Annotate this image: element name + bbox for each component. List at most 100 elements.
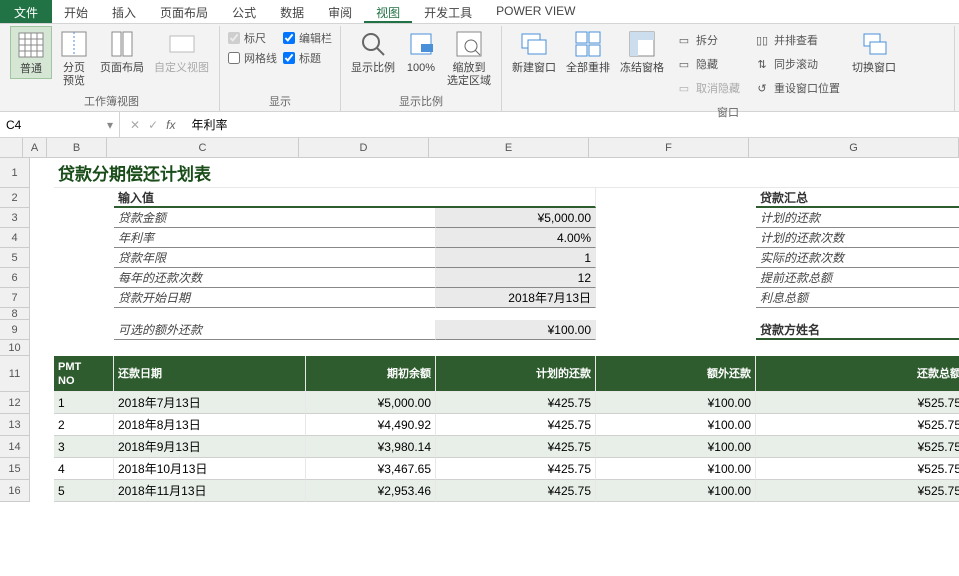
extra-payment[interactable]: ¥100.00 bbox=[596, 458, 756, 480]
begin-balance[interactable]: ¥2,953.46 bbox=[306, 480, 436, 502]
zoom-button[interactable]: 显示比例 bbox=[347, 26, 399, 77]
row-header-4[interactable]: 4 bbox=[0, 228, 30, 248]
column-header-C[interactable]: C bbox=[107, 138, 299, 158]
summary-interestTotal[interactable]: 利息总额 bbox=[756, 288, 959, 308]
row-header-7[interactable]: 7 bbox=[0, 288, 30, 308]
column-header-B[interactable]: B bbox=[47, 138, 107, 158]
sched-payment[interactable]: ¥425.75 bbox=[436, 436, 596, 458]
column-header-A[interactable]: A bbox=[23, 138, 47, 158]
total-payment[interactable]: ¥525.75 bbox=[756, 458, 959, 480]
loan-summary-header[interactable]: 贷款汇总 bbox=[756, 188, 959, 208]
insert-function-icon[interactable]: fx bbox=[166, 118, 175, 132]
summary-schedRepay[interactable]: 计划的还款 bbox=[756, 208, 959, 228]
label-loanYears[interactable]: 贷款年限 bbox=[114, 248, 436, 268]
name-box[interactable]: ▾ bbox=[0, 112, 120, 137]
sched-payment[interactable]: ¥425.75 bbox=[436, 392, 596, 414]
total-payment[interactable]: ¥525.75 bbox=[756, 480, 959, 502]
column-header-D[interactable]: D bbox=[299, 138, 429, 158]
pmt-date[interactable]: 2018年7月13日 bbox=[114, 392, 306, 414]
lender-name-header[interactable]: 贷款方姓名 bbox=[756, 320, 959, 340]
file-tab[interactable]: 文件 bbox=[0, 0, 52, 23]
row-header-8[interactable]: 8 bbox=[0, 308, 30, 320]
new-window-button[interactable]: 新建窗口 bbox=[508, 26, 560, 77]
headings-checkbox[interactable]: 标题 bbox=[283, 50, 332, 66]
gridlines-checkbox[interactable]: 网格线 bbox=[228, 50, 277, 66]
row-header-11[interactable]: 11 bbox=[0, 356, 30, 392]
pmt-date[interactable]: 2018年11月13日 bbox=[114, 480, 306, 502]
split-button[interactable]: ▭拆分 bbox=[672, 30, 744, 50]
row-header-5[interactable]: 5 bbox=[0, 248, 30, 268]
label-annualRate[interactable]: 年利率 bbox=[114, 228, 436, 248]
sched-payment[interactable]: ¥425.75 bbox=[436, 414, 596, 436]
extra-payment[interactable]: ¥100.00 bbox=[596, 480, 756, 502]
freeze-panes-button[interactable]: 冻结窗格 bbox=[616, 26, 668, 77]
row-header-1[interactable]: 1 bbox=[0, 158, 30, 188]
resetpos-button[interactable]: ↺重设窗口位置 bbox=[750, 78, 844, 98]
column-header-F[interactable]: F bbox=[589, 138, 749, 158]
cancel-formula-icon[interactable]: ✕ bbox=[130, 118, 140, 132]
extra-payment[interactable]: ¥100.00 bbox=[596, 436, 756, 458]
label-startDate[interactable]: 贷款开始日期 bbox=[114, 288, 436, 308]
summary-schedCount[interactable]: 计划的还款次数 bbox=[756, 228, 959, 248]
total-payment[interactable]: ¥525.75 bbox=[756, 414, 959, 436]
formula-input[interactable] bbox=[185, 118, 959, 132]
extra-payment[interactable]: ¥100.00 bbox=[596, 392, 756, 414]
input-annualRate[interactable]: 4.00% bbox=[436, 228, 596, 248]
sidebyside-button[interactable]: ▯▯并排查看 bbox=[750, 30, 844, 50]
tab-insert[interactable]: 插入 bbox=[100, 0, 148, 23]
tab-view[interactable]: 视图 bbox=[364, 0, 412, 23]
th-extrapay[interactable]: 额外还款 bbox=[596, 356, 756, 392]
label-extraPayment[interactable]: 可选的额外还款 bbox=[114, 320, 436, 340]
pmt-no[interactable]: 2 bbox=[54, 414, 114, 436]
total-payment[interactable]: ¥525.75 bbox=[756, 436, 959, 458]
input-loanAmount[interactable]: ¥5,000.00 bbox=[436, 208, 596, 228]
row-header-16[interactable]: 16 bbox=[0, 480, 30, 502]
row-header-9[interactable]: 9 bbox=[0, 320, 30, 340]
tab-review[interactable]: 审阅 bbox=[316, 0, 364, 23]
input-paymentsPerYear[interactable]: 12 bbox=[436, 268, 596, 288]
pmt-no[interactable]: 3 bbox=[54, 436, 114, 458]
sched-payment[interactable]: ¥425.75 bbox=[436, 480, 596, 502]
row-header-13[interactable]: 13 bbox=[0, 414, 30, 436]
total-payment[interactable]: ¥525.75 bbox=[756, 392, 959, 414]
input-startDate[interactable]: 2018年7月13日 bbox=[436, 288, 596, 308]
tab-home[interactable]: 开始 bbox=[52, 0, 100, 23]
sheet-title[interactable]: 贷款分期偿还计划表 bbox=[54, 158, 959, 188]
begin-balance[interactable]: ¥3,980.14 bbox=[306, 436, 436, 458]
sched-payment[interactable]: ¥425.75 bbox=[436, 458, 596, 480]
pmt-no[interactable]: 1 bbox=[54, 392, 114, 414]
row-header-10[interactable]: 10 bbox=[0, 340, 30, 356]
input-extraPayment[interactable]: ¥100.00 bbox=[436, 320, 596, 340]
row-header-15[interactable]: 15 bbox=[0, 458, 30, 480]
ruler-checkbox[interactable]: 标尺 bbox=[228, 30, 277, 46]
begin-balance[interactable]: ¥3,467.65 bbox=[306, 458, 436, 480]
column-header-G[interactable]: G bbox=[749, 138, 959, 158]
th-totalpay[interactable]: 还款总额 bbox=[756, 356, 959, 392]
tab-pagelayout[interactable]: 页面布局 bbox=[148, 0, 220, 23]
label-paymentsPerYear[interactable]: 每年的还款次数 bbox=[114, 268, 436, 288]
tab-developer[interactable]: 开发工具 bbox=[412, 0, 484, 23]
zoom-100-button[interactable]: 100% bbox=[401, 26, 441, 77]
select-all-corner[interactable] bbox=[0, 138, 23, 158]
cell-reference-input[interactable] bbox=[6, 118, 86, 132]
syncscroll-button[interactable]: ⇅同步滚动 bbox=[750, 54, 844, 74]
formulabar-checkbox[interactable]: 编辑栏 bbox=[283, 30, 332, 46]
pmt-date[interactable]: 2018年10月13日 bbox=[114, 458, 306, 480]
pagelayout-view-button[interactable]: 页面布局 bbox=[96, 26, 148, 77]
cell-grid[interactable]: 贷款分期偿还计划表输入值贷款汇总贷款金额¥5,000.00年利率4.00%贷款年… bbox=[30, 158, 959, 502]
pmt-no[interactable]: 5 bbox=[54, 480, 114, 502]
summary-actualCount[interactable]: 实际的还款次数 bbox=[756, 248, 959, 268]
th-pmtno[interactable]: PMT NO bbox=[54, 356, 114, 392]
row-header-2[interactable]: 2 bbox=[0, 188, 30, 208]
pmt-date[interactable]: 2018年8月13日 bbox=[114, 414, 306, 436]
tab-data[interactable]: 数据 bbox=[268, 0, 316, 23]
row-header-12[interactable]: 12 bbox=[0, 392, 30, 414]
begin-balance[interactable]: ¥5,000.00 bbox=[306, 392, 436, 414]
arrange-all-button[interactable]: 全部重排 bbox=[562, 26, 614, 77]
tab-formulas[interactable]: 公式 bbox=[220, 0, 268, 23]
unhide-button[interactable]: ▭取消隐藏 bbox=[672, 78, 744, 98]
extra-payment[interactable]: ¥100.00 bbox=[596, 414, 756, 436]
input-values-header[interactable]: 输入值 bbox=[114, 188, 596, 208]
column-header-E[interactable]: E bbox=[429, 138, 589, 158]
hide-button[interactable]: ▭隐藏 bbox=[672, 54, 744, 74]
